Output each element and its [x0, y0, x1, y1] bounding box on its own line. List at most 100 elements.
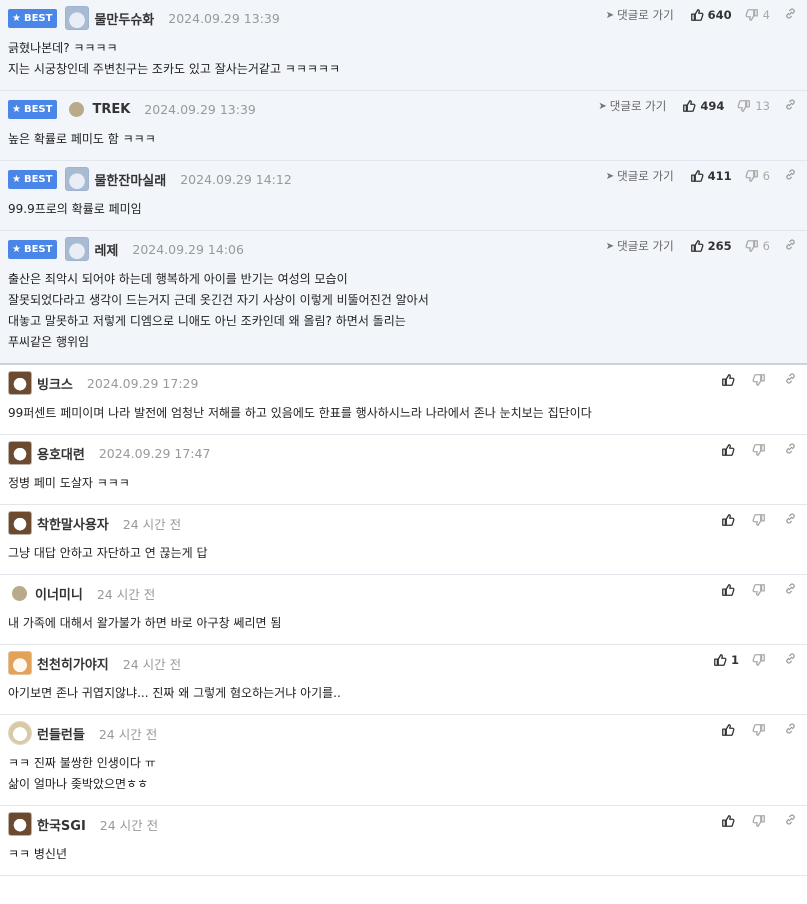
thumbs-up-icon [722, 374, 735, 386]
copy-link-button[interactable] [784, 98, 797, 114]
comment-body: 99.9프로의 확률로 페미임 [8, 190, 799, 230]
comment-body: 아기보면 존나 귀엽지않냐... 진짜 왜 그렇게 혐오하는거냐 아기를.. [8, 674, 799, 714]
copy-link-button[interactable] [784, 238, 797, 254]
copy-link-button[interactable] [784, 722, 797, 738]
nickname[interactable]: 용호대련 [37, 444, 85, 463]
link-icon [786, 373, 795, 384]
upvote-button[interactable] [721, 513, 739, 527]
comment-body: 정병 페미 도살자 ㅋㅋㅋ [8, 464, 799, 504]
copy-link-button[interactable] [784, 582, 797, 598]
link-icon [786, 443, 795, 454]
comment-actions [721, 512, 797, 528]
comment-header: 이너미니 24 시간 전 [8, 582, 799, 604]
upvote-button[interactable] [721, 373, 739, 387]
link-icon [786, 8, 795, 19]
comment-body: 출산은 죄악시 되어야 하는데 행복하게 아이를 반기는 여성의 모습이 잘못되었… [8, 260, 799, 363]
comment-date: 24 시간 전 [96, 586, 156, 602]
copy-link-button[interactable] [784, 652, 797, 668]
thumbs-up-icon [722, 724, 735, 736]
comment-date: 24 시간 전 [122, 516, 182, 532]
nickname[interactable]: 런들런들 [37, 724, 85, 743]
copy-link-button[interactable] [784, 168, 797, 184]
upvote-button[interactable]: 640 [690, 8, 732, 22]
comment-text-line: ㅋㅋ 병신년 [8, 847, 68, 861]
dot-icon [69, 101, 85, 117]
upvote-button[interactable] [721, 583, 739, 597]
upvote-button[interactable]: 265 [690, 239, 732, 253]
thumbs-down-icon [752, 444, 765, 456]
comment-body: 높은 확률로 페미도 함 ㅋㅋㅋ [8, 120, 799, 160]
copy-link-button[interactable] [784, 442, 797, 458]
puppy-icon[interactable] [8, 721, 32, 745]
copy-link-button[interactable] [784, 372, 797, 388]
dog-icon[interactable] [8, 441, 32, 465]
downvote-button[interactable] [752, 373, 770, 387]
comment-text-line: 내 가족에 대해서 왈가불가 하면 바로 아구창 쎄리면 됨 [8, 616, 282, 630]
upvote-button[interactable]: 494 [682, 99, 724, 113]
thumbs-up-icon [690, 170, 704, 182]
copy-link-button[interactable] [784, 813, 797, 829]
nickname[interactable]: 한국SGI [37, 815, 86, 834]
thumbs-up-icon [722, 444, 735, 456]
nickname[interactable]: 착한말사용자 [37, 514, 109, 533]
downvote-button[interactable] [752, 814, 770, 828]
comment-text-line: 긁혔나본데? ㅋㅋㅋㅋ [8, 41, 118, 55]
comment-date: 24 시간 전 [122, 656, 182, 672]
comment-date: 2024.09.29 14:12 [180, 171, 292, 187]
comment-header: 천천히가야지 24 시간 전 [8, 651, 799, 675]
nickname[interactable]: TREK [92, 102, 130, 117]
nickname[interactable]: 물만두슈화 [94, 9, 154, 28]
copy-link-button[interactable] [784, 7, 797, 23]
dog-icon[interactable] [8, 371, 32, 395]
comment-header: 빙크스 2024.09.29 17:29 [8, 371, 799, 395]
downvote-button[interactable] [752, 723, 770, 737]
link-icon [786, 653, 795, 664]
navigation-arrow-icon: ➤ [598, 100, 607, 112]
comment-item: ★ BEST 물한잔마실래 2024.09.29 14:12 ➤ 댓글로 가기 411 6 99… [0, 161, 807, 231]
upvote-button[interactable]: 411 [690, 169, 732, 183]
nickname[interactable]: 이너미니 [35, 584, 83, 603]
downvote-button[interactable]: 6 [745, 239, 770, 253]
comment-actions: ➤ 댓글로 가기 494 13 [598, 98, 797, 114]
best-badge: ★ BEST [8, 99, 58, 119]
nickname[interactable]: 빙크스 [37, 374, 73, 393]
copy-link-button[interactable] [784, 512, 797, 528]
downvote-button[interactable]: 4 [745, 8, 770, 22]
downvote-button[interactable]: 6 [745, 169, 770, 183]
thumbs-up-icon [722, 584, 735, 596]
comment-text-line: 99.9프로의 확률로 페미임 [8, 202, 142, 216]
thumbs-down-icon [752, 724, 765, 736]
go-to-reply-link[interactable]: ➤ 댓글로 가기 [606, 168, 674, 184]
comment-item: 런들런들 24 시간 전 ㅋㅋ 진짜 불쌍한 인생이다 ㅠ 삶이 얼마나 좆박았으면ㅎ… [0, 715, 807, 806]
comment-actions [721, 582, 797, 598]
link-icon [786, 723, 795, 734]
bear-icon[interactable] [65, 167, 90, 191]
upvote-button[interactable] [721, 814, 739, 828]
downvote-button[interactable] [752, 583, 770, 597]
downvote-button[interactable] [752, 513, 770, 527]
nickname[interactable]: 레제 [94, 240, 118, 259]
bear-icon[interactable] [65, 237, 90, 261]
comment-body: 내 가족에 대해서 왈가불가 하면 바로 아구창 쎄리면 됨 [8, 604, 799, 644]
bear-icon[interactable] [65, 6, 90, 30]
upvote-button[interactable] [721, 723, 739, 737]
comment-actions: ➤ 댓글로 가기 640 4 [606, 7, 797, 23]
comment-actions [721, 372, 797, 388]
cat-icon[interactable] [8, 651, 32, 675]
comment-text-line: 출산은 죄악시 되어야 하는데 행복하게 아이를 반기는 여성의 모습이 [8, 272, 348, 286]
downvote-button[interactable] [752, 443, 770, 457]
downvote-button[interactable] [752, 653, 770, 667]
nickname[interactable]: 물한잔마실래 [94, 170, 166, 189]
nickname[interactable]: 천천히가야지 [37, 654, 109, 673]
go-to-reply-link[interactable]: ➤ 댓글로 가기 [598, 98, 666, 114]
downvote-button[interactable]: 13 [737, 99, 770, 113]
upvote-button[interactable] [721, 443, 739, 457]
go-to-reply-link[interactable]: ➤ 댓글로 가기 [606, 7, 674, 23]
dog-icon[interactable] [8, 511, 32, 535]
link-icon [786, 239, 795, 250]
upvote-button[interactable]: 1 [713, 653, 739, 667]
comment-header: 런들런들 24 시간 전 [8, 721, 799, 745]
go-to-reply-link[interactable]: ➤ 댓글로 가기 [606, 238, 674, 254]
comment-actions [721, 442, 797, 458]
dog-icon[interactable] [8, 812, 32, 836]
